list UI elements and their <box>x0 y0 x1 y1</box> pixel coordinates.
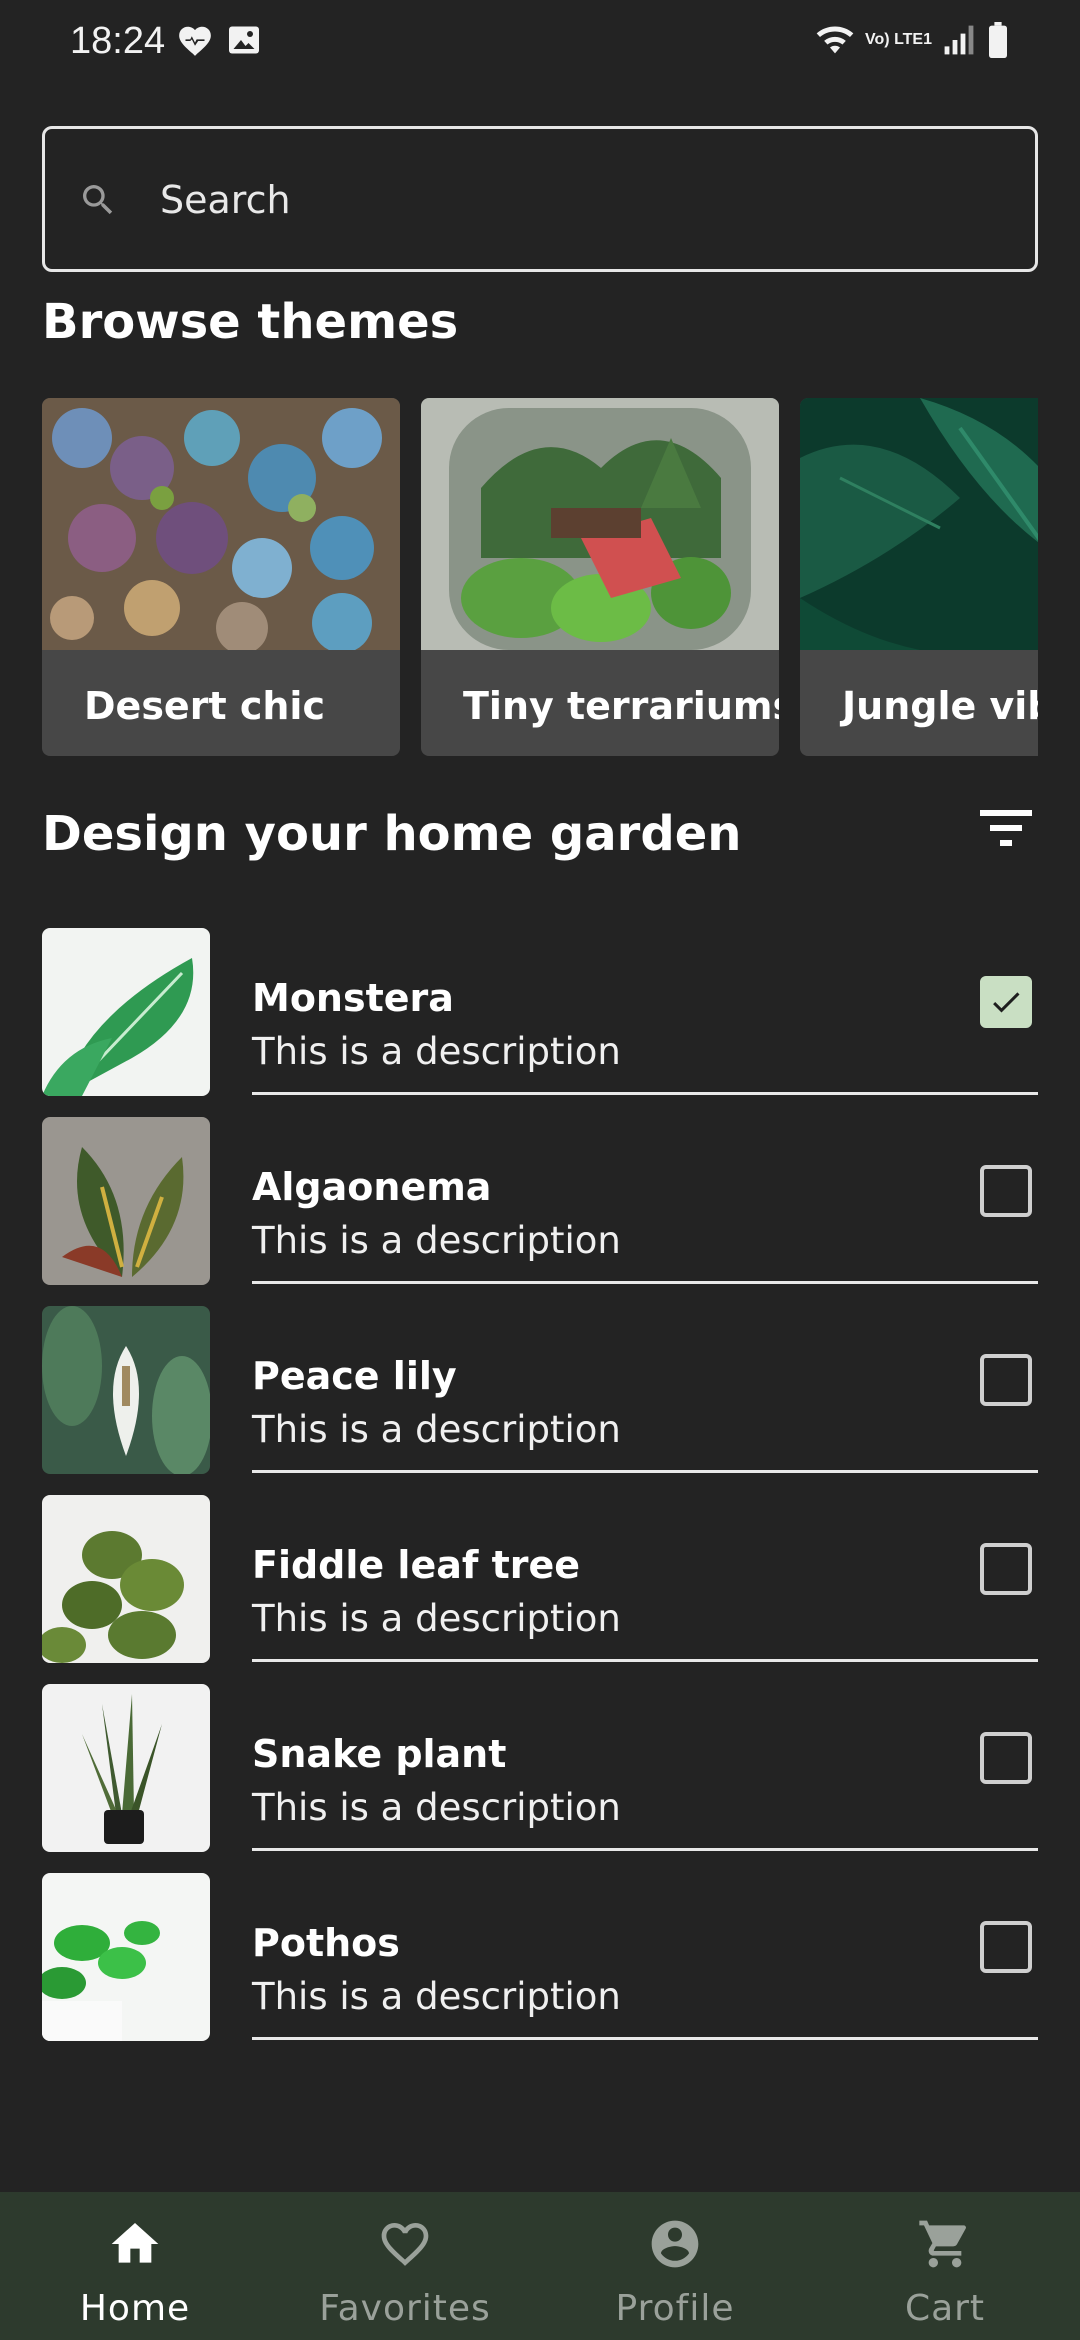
list-item-pothos[interactable]: Pothos This is a description <box>42 1873 1038 2041</box>
theme-label: Jungle vibes <box>842 684 1038 728</box>
search-input[interactable] <box>160 170 1000 230</box>
theme-label: Tiny terrariums <box>463 684 779 728</box>
pothos-image <box>42 1873 210 2041</box>
plant-checkbox[interactable] <box>980 1732 1032 1784</box>
nav-home[interactable]: Home <box>0 2192 270 2340</box>
list-item-fiddle-leaf-tree[interactable]: Fiddle leaf tree This is a description <box>42 1495 1038 1663</box>
plant-checkbox[interactable] <box>980 1921 1032 1973</box>
search-icon <box>83 185 113 215</box>
filter-icon[interactable] <box>980 808 1032 848</box>
signal-icon <box>944 25 974 55</box>
tiny-terrariums-image <box>421 398 779 650</box>
divider <box>252 1659 1038 1662</box>
divider <box>252 1281 1038 1284</box>
plant-checkbox[interactable] <box>980 1165 1032 1217</box>
browse-themes-title: Browse themes <box>42 294 459 350</box>
theme-label: Desert chic <box>84 684 325 728</box>
heart-notification-icon <box>179 26 211 56</box>
battery-icon <box>989 22 1007 58</box>
plant-name: Algaonema <box>252 1165 492 1209</box>
nav-label: Home <box>79 2288 191 2329</box>
cart-icon <box>919 2220 966 2268</box>
fiddle-leaf-tree-image <box>42 1495 210 1663</box>
wifi-icon <box>816 26 854 54</box>
algaonema-image <box>42 1117 210 1285</box>
nav-label: Cart <box>904 2288 986 2329</box>
plant-name: Pothos <box>252 1921 400 1965</box>
plant-checkbox[interactable] <box>980 1354 1032 1406</box>
gallery-notification-icon <box>229 26 259 54</box>
status-bar: 18:24 Vo) LTE1 <box>0 0 1080 84</box>
plant-name: Fiddle leaf tree <box>252 1543 581 1587</box>
list-item-peace-lily[interactable]: Peace lily This is a description <box>42 1306 1038 1474</box>
plant-description: This is a description <box>252 1408 621 1451</box>
list-item-snake-plant[interactable]: Snake plant This is a description <box>42 1684 1038 1852</box>
bottom-navigation: Home Favorites Profile Cart <box>0 2192 1080 2340</box>
plant-description: This is a description <box>252 1786 621 1829</box>
checkmark-icon <box>993 992 1020 1013</box>
plant-description: This is a description <box>252 1975 621 2018</box>
desert-chic-image <box>42 398 400 650</box>
jungle-vibes-image <box>800 398 1038 650</box>
divider <box>252 1092 1038 1095</box>
nav-cart[interactable]: Cart <box>810 2192 1080 2340</box>
heart-icon <box>381 2223 429 2266</box>
plant-description: This is a description <box>252 1030 621 1073</box>
nav-label: Favorites <box>319 2288 491 2329</box>
plant-name: Monstera <box>252 976 454 1020</box>
nav-profile[interactable]: Profile <box>540 2192 810 2340</box>
home-icon <box>111 2223 159 2263</box>
list-item-monstera[interactable]: Monstera This is a description <box>42 928 1038 1096</box>
plant-name: Peace lily <box>252 1354 457 1398</box>
divider <box>252 2037 1038 2040</box>
theme-card-desert-chic[interactable]: Desert chic <box>42 398 400 756</box>
design-garden-title: Design your home garden <box>42 806 742 862</box>
plant-description: This is a description <box>252 1219 621 1262</box>
plant-description: This is a description <box>252 1597 621 1640</box>
nav-favorites[interactable]: Favorites <box>270 2192 540 2340</box>
peace-lily-image <box>42 1306 210 1474</box>
plant-checkbox[interactable] <box>980 976 1032 1028</box>
account-icon <box>651 2220 699 2268</box>
theme-card-tiny-terrariums[interactable]: Tiny terrariums <box>421 398 779 756</box>
list-item-algaonema[interactable]: Algaonema This is a description <box>42 1117 1038 1285</box>
themes-carousel[interactable]: Desert chic Tiny terrariums Jungle vibes <box>42 398 1038 756</box>
theme-card-jungle-vibes[interactable]: Jungle vibes <box>800 398 1038 756</box>
plant-checkbox[interactable] <box>980 1543 1032 1595</box>
status-time: 18:24 <box>70 20 166 62</box>
monstera-image <box>42 928 210 1096</box>
network-type: Vo) LTE1 <box>865 31 932 48</box>
snake-plant-image <box>42 1684 210 1852</box>
plant-name: Snake plant <box>252 1732 507 1776</box>
nav-label: Profile <box>615 2288 735 2329</box>
divider <box>252 1848 1038 1851</box>
divider <box>252 1470 1038 1473</box>
